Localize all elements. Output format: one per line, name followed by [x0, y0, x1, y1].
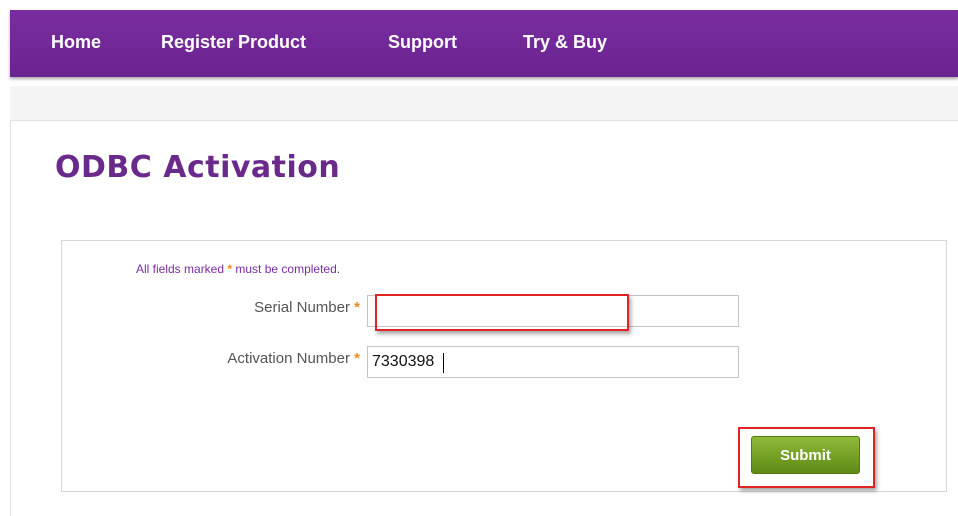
secondary-bar: [10, 86, 958, 121]
submit-button[interactable]: Submit: [751, 436, 860, 474]
top-navigation-bar: Home Register Product Support Try & Buy: [10, 10, 958, 77]
activation-number-input[interactable]: [367, 346, 739, 378]
text-cursor: [443, 353, 444, 373]
serial-number-label-text: Serial Number: [254, 299, 350, 316]
serial-number-label: Serial Number *: [254, 299, 360, 316]
required-fields-note: All fields marked * must be completed.: [136, 262, 340, 276]
nav-item-home[interactable]: Home: [51, 32, 101, 53]
required-star-icon: *: [354, 299, 360, 316]
required-star-icon: *: [354, 350, 360, 367]
required-star-icon: *: [227, 262, 233, 276]
nav-item-register-product[interactable]: Register Product: [161, 32, 306, 53]
note-text-before: All fields marked: [136, 262, 225, 276]
nav-item-try-and-buy[interactable]: Try & Buy: [523, 32, 607, 53]
activation-number-label: Activation Number *: [227, 350, 360, 367]
note-text-after: must be completed.: [235, 262, 341, 276]
page-title: ODBC Activation: [55, 150, 341, 185]
nav-item-support[interactable]: Support: [388, 32, 457, 53]
serial-number-input[interactable]: [367, 295, 739, 327]
activation-number-label-text: Activation Number: [227, 350, 350, 367]
